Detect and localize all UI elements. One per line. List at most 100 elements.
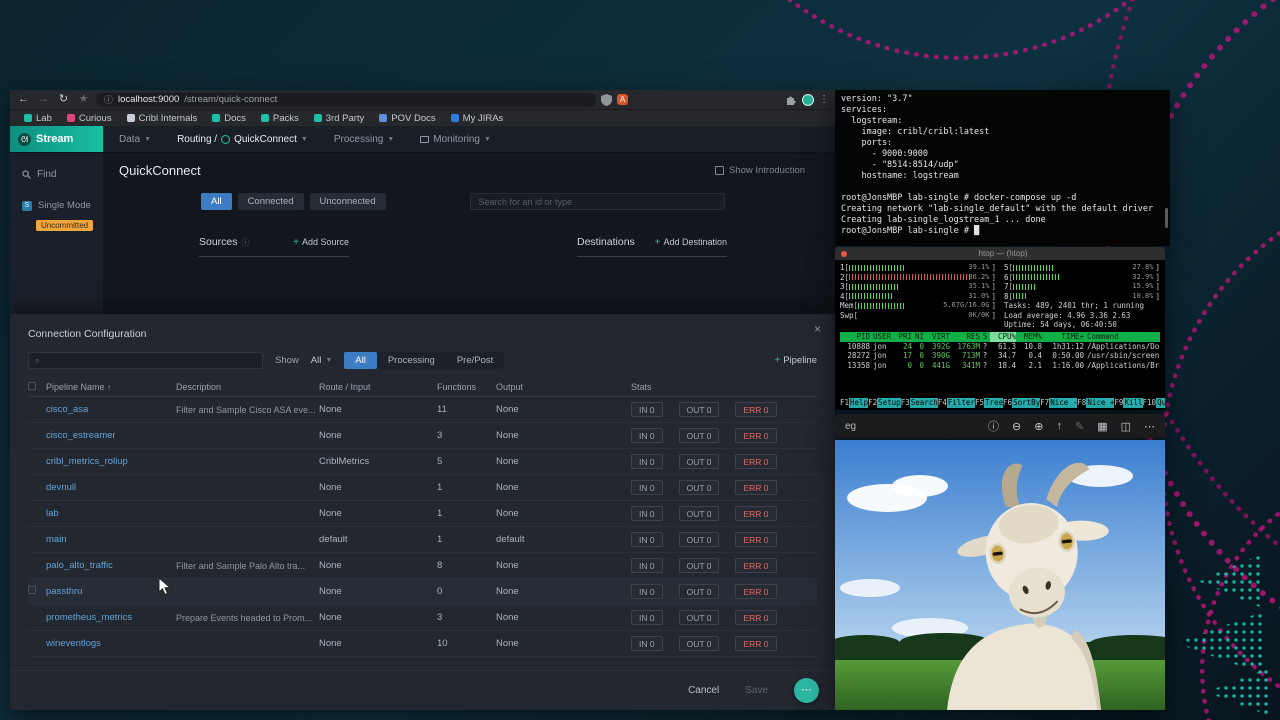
htop-titlebar[interactable]: htop — (htop) xyxy=(835,247,1165,260)
zoom-in-icon[interactable]: ⊕ xyxy=(1034,420,1043,433)
stat-out-button[interactable]: OUT 0 xyxy=(678,636,720,651)
table-row[interactable]: devnull None 1 None IN 0 OUT 0 ERR 0 xyxy=(28,475,817,501)
sidebar-single-mode[interactable]: S Single Mode xyxy=(10,196,103,215)
stat-in-button[interactable]: IN 0 xyxy=(631,480,663,495)
brand-stream[interactable]: ᘛ Stream xyxy=(10,126,103,152)
process-col-user[interactable]: USER xyxy=(870,332,896,342)
pipeline-name-link[interactable]: main xyxy=(46,534,176,545)
process-col-mem[interactable]: MEM% xyxy=(1016,332,1042,342)
info-icon[interactable]: ⓘ xyxy=(988,418,999,434)
profile-avatar[interactable] xyxy=(802,93,814,106)
terminal-scrollbar[interactable] xyxy=(1165,208,1168,228)
stat-err-button[interactable]: ERR 0 xyxy=(735,558,777,573)
fkey-f5[interactable]: F5 Tree xyxy=(975,398,1004,408)
col-functions[interactable]: Functions xyxy=(437,382,496,392)
stat-in-button[interactable]: IN 0 xyxy=(631,558,663,573)
pipeline-name-link[interactable]: wineventlogs xyxy=(46,638,176,649)
save-button[interactable]: Save xyxy=(745,685,768,696)
col-output[interactable]: Output xyxy=(496,382,631,392)
table-row[interactable]: wineventlogs None 10 None IN 0 OUT 0 ERR 0 xyxy=(28,631,817,657)
help-chat-button[interactable]: ⋯ xyxy=(794,678,819,703)
process-col-cpu[interactable]: CPU% xyxy=(990,331,1016,342)
stat-out-button[interactable]: OUT 0 xyxy=(678,480,720,495)
fkey-f7[interactable]: F7 Nice - xyxy=(1040,398,1078,408)
fkey-f4[interactable]: F4 Filter xyxy=(938,398,975,408)
add-source-button[interactable]: + Add Source xyxy=(293,237,349,248)
sidebar-find[interactable]: Find xyxy=(10,165,103,184)
process-col-command[interactable]: Command xyxy=(1084,332,1160,342)
extensions-puzzle-icon[interactable] xyxy=(785,94,797,106)
stat-in-button[interactable]: IN 0 xyxy=(631,610,663,625)
table-row[interactable]: cisco_estreamer None 3 None IN 0 OUT 0 ERR 0 xyxy=(28,423,817,449)
filter-unconnected[interactable]: Unconnected xyxy=(309,193,386,210)
fkey-f8[interactable]: F8 Nice + xyxy=(1077,398,1115,408)
cancel-button[interactable]: Cancel xyxy=(688,685,719,696)
table-row[interactable]: lab None 1 None IN 0 OUT 0 ERR 0 xyxy=(28,501,817,527)
table-row[interactable]: cisco_asa Filter and Sample Cisco ASA eve… xyxy=(28,397,817,423)
stat-in-button[interactable]: IN 0 xyxy=(631,584,663,599)
pipeline-name-link[interactable]: cribl_metrics_rollup xyxy=(46,456,176,467)
stat-err-button[interactable]: ERR 0 xyxy=(735,532,777,547)
stat-err-button[interactable]: ERR 0 xyxy=(735,428,777,443)
stat-err-button[interactable]: ERR 0 xyxy=(735,610,777,625)
pipeline-search-input[interactable]: ⌕ xyxy=(28,352,263,369)
bookmark-item[interactable]: Curious xyxy=(66,113,112,124)
stat-err-button[interactable]: ERR 0 xyxy=(735,636,777,651)
stat-err-button[interactable]: ERR 0 xyxy=(735,506,777,521)
pipeline-name-link[interactable]: cisco_asa xyxy=(46,404,176,415)
process-col-pid[interactable]: PID xyxy=(840,332,870,342)
bookmark-item[interactable]: POV Docs xyxy=(379,113,436,124)
tab-processing[interactable]: Processing xyxy=(377,352,446,369)
col-route-input[interactable]: Route / Input xyxy=(319,382,437,392)
stat-out-button[interactable]: OUT 0 xyxy=(678,506,720,521)
pipeline-name-link[interactable]: prometheus_metrics xyxy=(46,612,176,623)
stat-in-button[interactable]: IN 0 xyxy=(631,506,663,521)
search-input[interactable] xyxy=(469,193,725,210)
stat-out-button[interactable]: OUT 0 xyxy=(678,584,720,599)
nav-monitoring[interactable]: Monitoring ▼ xyxy=(420,134,491,145)
bookmark-item[interactable]: Lab xyxy=(24,113,52,124)
stat-in-button[interactable]: IN 0 xyxy=(631,428,663,443)
reload-icon[interactable]: ↻ xyxy=(56,90,71,109)
process-col-pri[interactable]: PRI xyxy=(896,332,912,342)
share-icon[interactable]: ↑ xyxy=(1056,420,1062,432)
bookmark-item[interactable]: Packs xyxy=(260,113,299,124)
stat-out-button[interactable]: OUT 0 xyxy=(678,610,720,625)
stat-in-button[interactable]: IN 0 xyxy=(631,454,663,469)
stat-in-button[interactable]: IN 0 xyxy=(631,402,663,417)
process-col-virt[interactable]: VIRT xyxy=(924,332,950,342)
pipeline-name-link[interactable]: passthru xyxy=(46,586,176,597)
uncommitted-badge[interactable]: Uncommitted xyxy=(36,220,94,231)
row-checkbox[interactable] xyxy=(28,586,46,597)
stat-err-button[interactable]: ERR 0 xyxy=(735,480,777,495)
process-col-res[interactable]: RES xyxy=(950,332,980,342)
extension-icon[interactable]: A xyxy=(617,94,628,105)
stat-in-button[interactable]: IN 0 xyxy=(631,532,663,547)
close-icon[interactable]: × xyxy=(814,322,821,336)
nav-routing-quickconnect[interactable]: Routing / QuickConnect ▼ xyxy=(177,134,308,145)
col-description[interactable]: Description xyxy=(176,382,319,392)
col-pipeline-name[interactable]: Pipeline Name ↑ xyxy=(46,382,176,392)
stat-out-button[interactable]: OUT 0 xyxy=(678,454,720,469)
fkey-f6[interactable]: F6 SortBy xyxy=(1003,398,1041,408)
forward-icon[interactable]: → xyxy=(36,90,51,109)
table-row[interactable]: passthru None 0 None IN 0 OUT 0 ERR 0 xyxy=(28,579,817,605)
table-row[interactable]: prometheus_metrics Prepare Events headed … xyxy=(28,605,817,631)
bookmark-item[interactable]: 3rd Party xyxy=(313,113,364,124)
stat-out-button[interactable]: OUT 0 xyxy=(678,532,720,547)
bookmark-item[interactable]: Cribl Internals xyxy=(126,113,197,124)
stat-out-button[interactable]: OUT 0 xyxy=(678,558,720,573)
process-col-s[interactable]: S xyxy=(980,332,990,342)
fkey-f3[interactable]: F3 Search xyxy=(901,398,938,408)
layout-icon[interactable]: ▦ xyxy=(1097,420,1107,433)
bookmark-item[interactable]: My JIRAs xyxy=(450,113,503,124)
address-bar[interactable]: ⓘ localhost:9000/stream/quick-connect xyxy=(96,92,596,107)
table-row[interactable]: palo_alto_traffic Filter and Sample Palo … xyxy=(28,553,817,579)
table-row[interactable]: main default 1 default IN 0 OUT 0 ERR 0 xyxy=(28,527,817,553)
stat-in-button[interactable]: IN 0 xyxy=(631,636,663,651)
process-col-ni[interactable]: NI xyxy=(912,332,924,342)
pipeline-name-link[interactable]: cisco_estreamer xyxy=(46,430,176,441)
filter-all[interactable]: All xyxy=(201,193,232,210)
show-introduction-button[interactable]: Show Introduction xyxy=(714,165,805,176)
tab-prepost[interactable]: Pre/Post xyxy=(446,352,504,369)
